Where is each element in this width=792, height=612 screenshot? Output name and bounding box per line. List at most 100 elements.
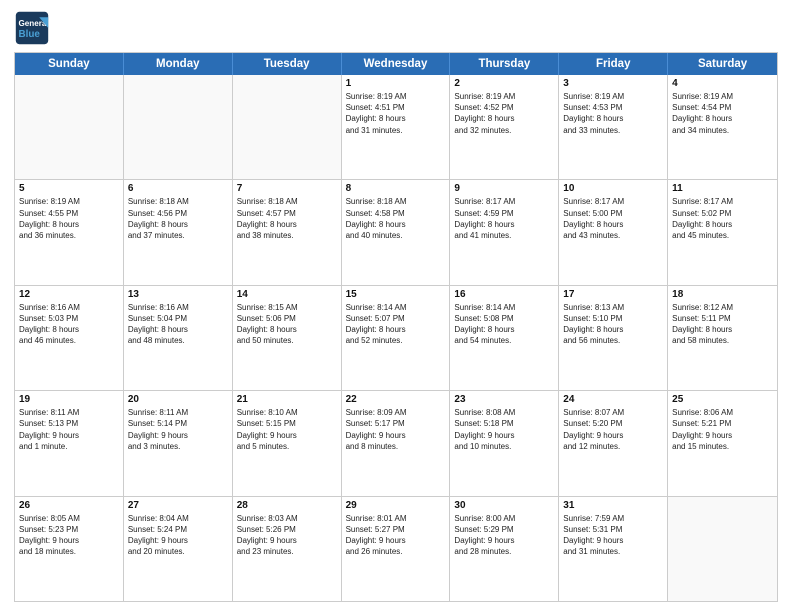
calendar-header-cell: Monday bbox=[124, 53, 233, 75]
calendar-cell: 15 Sunrise: 8:14 AMSunset: 5:07 PMDayligh… bbox=[342, 286, 451, 390]
calendar-header-row: SundayMondayTuesdayWednesdayThursdayFrid… bbox=[15, 53, 777, 75]
cell-info: Sunrise: 8:06 AMSunset: 5:21 PMDaylight:… bbox=[672, 407, 773, 452]
calendar-cell: 29 Sunrise: 8:01 AMSunset: 5:27 PMDayligh… bbox=[342, 497, 451, 601]
day-number: 29 bbox=[346, 500, 446, 511]
calendar-header-cell: Tuesday bbox=[233, 53, 342, 75]
calendar-cell: 13Sunrise: 8:16 AMSunset: 5:04 PMDayligh… bbox=[124, 286, 233, 390]
calendar-cell: 11Sunrise: 8:17 AMSunset: 5:02 PMDayligh… bbox=[668, 180, 777, 284]
calendar: SundayMondayTuesdayWednesdayThursdayFrid… bbox=[14, 52, 778, 602]
day-number: 10 bbox=[563, 183, 663, 194]
day-number: 28 bbox=[237, 500, 337, 511]
day-number: 7 bbox=[237, 183, 337, 194]
calendar-header-cell: Thursday bbox=[450, 53, 559, 75]
calendar-cell: 20Sunrise: 8:11 AMSunset: 5:14 PMDayligh… bbox=[124, 391, 233, 495]
day-number: 25 bbox=[672, 394, 773, 405]
logo: General Blue bbox=[14, 10, 50, 46]
cell-info: Sunrise: 8:14 AMSunset: 5:08 PMDaylight:… bbox=[454, 302, 554, 347]
cell-info: Sunrise: 7:59 AMSunset: 5:31 PMDaylight:… bbox=[563, 513, 663, 558]
cell-info: Sunrise: 8:05 AMSunset: 5:23 PMDaylight:… bbox=[19, 513, 119, 558]
calendar-header-cell: Sunday bbox=[15, 53, 124, 75]
cell-info: Sunrise: 8:00 AMSunset: 5:29 PMDaylight:… bbox=[454, 513, 554, 558]
calendar-cell: 21Sunrise: 8:10 AMSunset: 5:15 PMDayligh… bbox=[233, 391, 342, 495]
day-number: 18 bbox=[672, 289, 773, 300]
cell-info: Sunrise: 8:18 AMSunset: 4:57 PMDaylight:… bbox=[237, 196, 337, 241]
calendar-cell: 7 Sunrise: 8:18 AMSunset: 4:57 PMDaylight… bbox=[233, 180, 342, 284]
calendar-cell: 16 Sunrise: 8:14 AMSunset: 5:08 PMDayligh… bbox=[450, 286, 559, 390]
calendar-cell: 6Sunrise: 8:18 AMSunset: 4:56 PMDaylight… bbox=[124, 180, 233, 284]
day-number: 1 bbox=[346, 78, 446, 89]
calendar-cell: 17 Sunrise: 8:13 AMSunset: 5:10 PMDayligh… bbox=[559, 286, 668, 390]
day-number: 16 bbox=[454, 289, 554, 300]
day-number: 9 bbox=[454, 183, 554, 194]
calendar-cell: 18Sunrise: 8:12 AMSunset: 5:11 PMDayligh… bbox=[668, 286, 777, 390]
day-number: 13 bbox=[128, 289, 228, 300]
calendar-cell: 30 Sunrise: 8:00 AMSunset: 5:29 PMDayligh… bbox=[450, 497, 559, 601]
cell-info: Sunrise: 8:16 AMSunset: 5:03 PMDaylight:… bbox=[19, 302, 119, 347]
cell-info: Sunrise: 8:19 AMSunset: 4:55 PMDaylight:… bbox=[19, 196, 119, 241]
day-number: 19 bbox=[19, 394, 119, 405]
calendar-header-cell: Saturday bbox=[668, 53, 777, 75]
calendar-cell: 25 Sunrise: 8:06 AMSunset: 5:21 PMDayligh… bbox=[668, 391, 777, 495]
calendar-body: 1 Sunrise: 8:19 AMSunset: 4:51 PMDaylight… bbox=[15, 75, 777, 601]
calendar-cell: 28 Sunrise: 8:03 AMSunset: 5:26 PMDayligh… bbox=[233, 497, 342, 601]
calendar-cell: 5 Sunrise: 8:19 AMSunset: 4:55 PMDaylight… bbox=[15, 180, 124, 284]
cell-info: Sunrise: 8:19 AMSunset: 4:52 PMDaylight:… bbox=[454, 91, 554, 136]
calendar-cell: 27 Sunrise: 8:04 AMSunset: 5:24 PMDayligh… bbox=[124, 497, 233, 601]
cell-info: Sunrise: 8:15 AMSunset: 5:06 PMDaylight:… bbox=[237, 302, 337, 347]
day-number: 23 bbox=[454, 394, 554, 405]
cell-info: Sunrise: 8:09 AMSunset: 5:17 PMDaylight:… bbox=[346, 407, 446, 452]
cell-info: Sunrise: 8:07 AMSunset: 5:20 PMDaylight:… bbox=[563, 407, 663, 452]
svg-text:Blue: Blue bbox=[19, 29, 41, 40]
day-number: 4 bbox=[672, 78, 773, 89]
calendar-cell: 2 Sunrise: 8:19 AMSunset: 4:52 PMDaylight… bbox=[450, 75, 559, 179]
calendar-cell: 22 Sunrise: 8:09 AMSunset: 5:17 PMDayligh… bbox=[342, 391, 451, 495]
cell-info: Sunrise: 8:04 AMSunset: 5:24 PMDaylight:… bbox=[128, 513, 228, 558]
day-number: 3 bbox=[563, 78, 663, 89]
day-number: 14 bbox=[237, 289, 337, 300]
cell-info: Sunrise: 8:18 AMSunset: 4:58 PMDaylight:… bbox=[346, 196, 446, 241]
calendar-cell bbox=[668, 497, 777, 601]
calendar-week: 1 Sunrise: 8:19 AMSunset: 4:51 PMDaylight… bbox=[15, 75, 777, 179]
cell-info: Sunrise: 8:01 AMSunset: 5:27 PMDaylight:… bbox=[346, 513, 446, 558]
cell-info: Sunrise: 8:14 AMSunset: 5:07 PMDaylight:… bbox=[346, 302, 446, 347]
calendar-cell: 10 Sunrise: 8:17 AMSunset: 5:00 PMDayligh… bbox=[559, 180, 668, 284]
day-number: 6 bbox=[128, 183, 228, 194]
cell-info: Sunrise: 8:17 AMSunset: 5:00 PMDaylight:… bbox=[563, 196, 663, 241]
day-number: 5 bbox=[19, 183, 119, 194]
calendar-cell: 31Sunrise: 7:59 AMSunset: 5:31 PMDayligh… bbox=[559, 497, 668, 601]
day-number: 8 bbox=[346, 183, 446, 194]
cell-info: Sunrise: 8:19 AMSunset: 4:53 PMDaylight:… bbox=[563, 91, 663, 136]
calendar-cell: 8 Sunrise: 8:18 AMSunset: 4:58 PMDaylight… bbox=[342, 180, 451, 284]
calendar-cell: 14 Sunrise: 8:15 AMSunset: 5:06 PMDayligh… bbox=[233, 286, 342, 390]
calendar-cell bbox=[15, 75, 124, 179]
day-number: 11 bbox=[672, 183, 773, 194]
calendar-cell: 26 Sunrise: 8:05 AMSunset: 5:23 PMDayligh… bbox=[15, 497, 124, 601]
calendar-cell bbox=[233, 75, 342, 179]
calendar-cell bbox=[124, 75, 233, 179]
logo-icon: General Blue bbox=[14, 10, 50, 46]
day-number: 30 bbox=[454, 500, 554, 511]
calendar-cell: 3 Sunrise: 8:19 AMSunset: 4:53 PMDaylight… bbox=[559, 75, 668, 179]
day-number: 26 bbox=[19, 500, 119, 511]
calendar-cell: 1 Sunrise: 8:19 AMSunset: 4:51 PMDaylight… bbox=[342, 75, 451, 179]
cell-info: Sunrise: 8:10 AMSunset: 5:15 PMDaylight:… bbox=[237, 407, 337, 452]
day-number: 15 bbox=[346, 289, 446, 300]
calendar-cell: 4Sunrise: 8:19 AMSunset: 4:54 PMDaylight… bbox=[668, 75, 777, 179]
calendar-week: 5 Sunrise: 8:19 AMSunset: 4:55 PMDaylight… bbox=[15, 179, 777, 284]
calendar-week: 12 Sunrise: 8:16 AMSunset: 5:03 PMDayligh… bbox=[15, 285, 777, 390]
calendar-cell: 23Sunrise: 8:08 AMSunset: 5:18 PMDayligh… bbox=[450, 391, 559, 495]
day-number: 20 bbox=[128, 394, 228, 405]
day-number: 22 bbox=[346, 394, 446, 405]
cell-info: Sunrise: 8:13 AMSunset: 5:10 PMDaylight:… bbox=[563, 302, 663, 347]
cell-info: Sunrise: 8:03 AMSunset: 5:26 PMDaylight:… bbox=[237, 513, 337, 558]
header: General Blue bbox=[14, 10, 778, 46]
day-number: 2 bbox=[454, 78, 554, 89]
calendar-cell: 9Sunrise: 8:17 AMSunset: 4:59 PMDaylight… bbox=[450, 180, 559, 284]
day-number: 17 bbox=[563, 289, 663, 300]
cell-info: Sunrise: 8:19 AMSunset: 4:51 PMDaylight:… bbox=[346, 91, 446, 136]
calendar-header-cell: Wednesday bbox=[342, 53, 451, 75]
day-number: 12 bbox=[19, 289, 119, 300]
day-number: 27 bbox=[128, 500, 228, 511]
calendar-week: 19Sunrise: 8:11 AMSunset: 5:13 PMDayligh… bbox=[15, 390, 777, 495]
calendar-cell: 24Sunrise: 8:07 AMSunset: 5:20 PMDayligh… bbox=[559, 391, 668, 495]
